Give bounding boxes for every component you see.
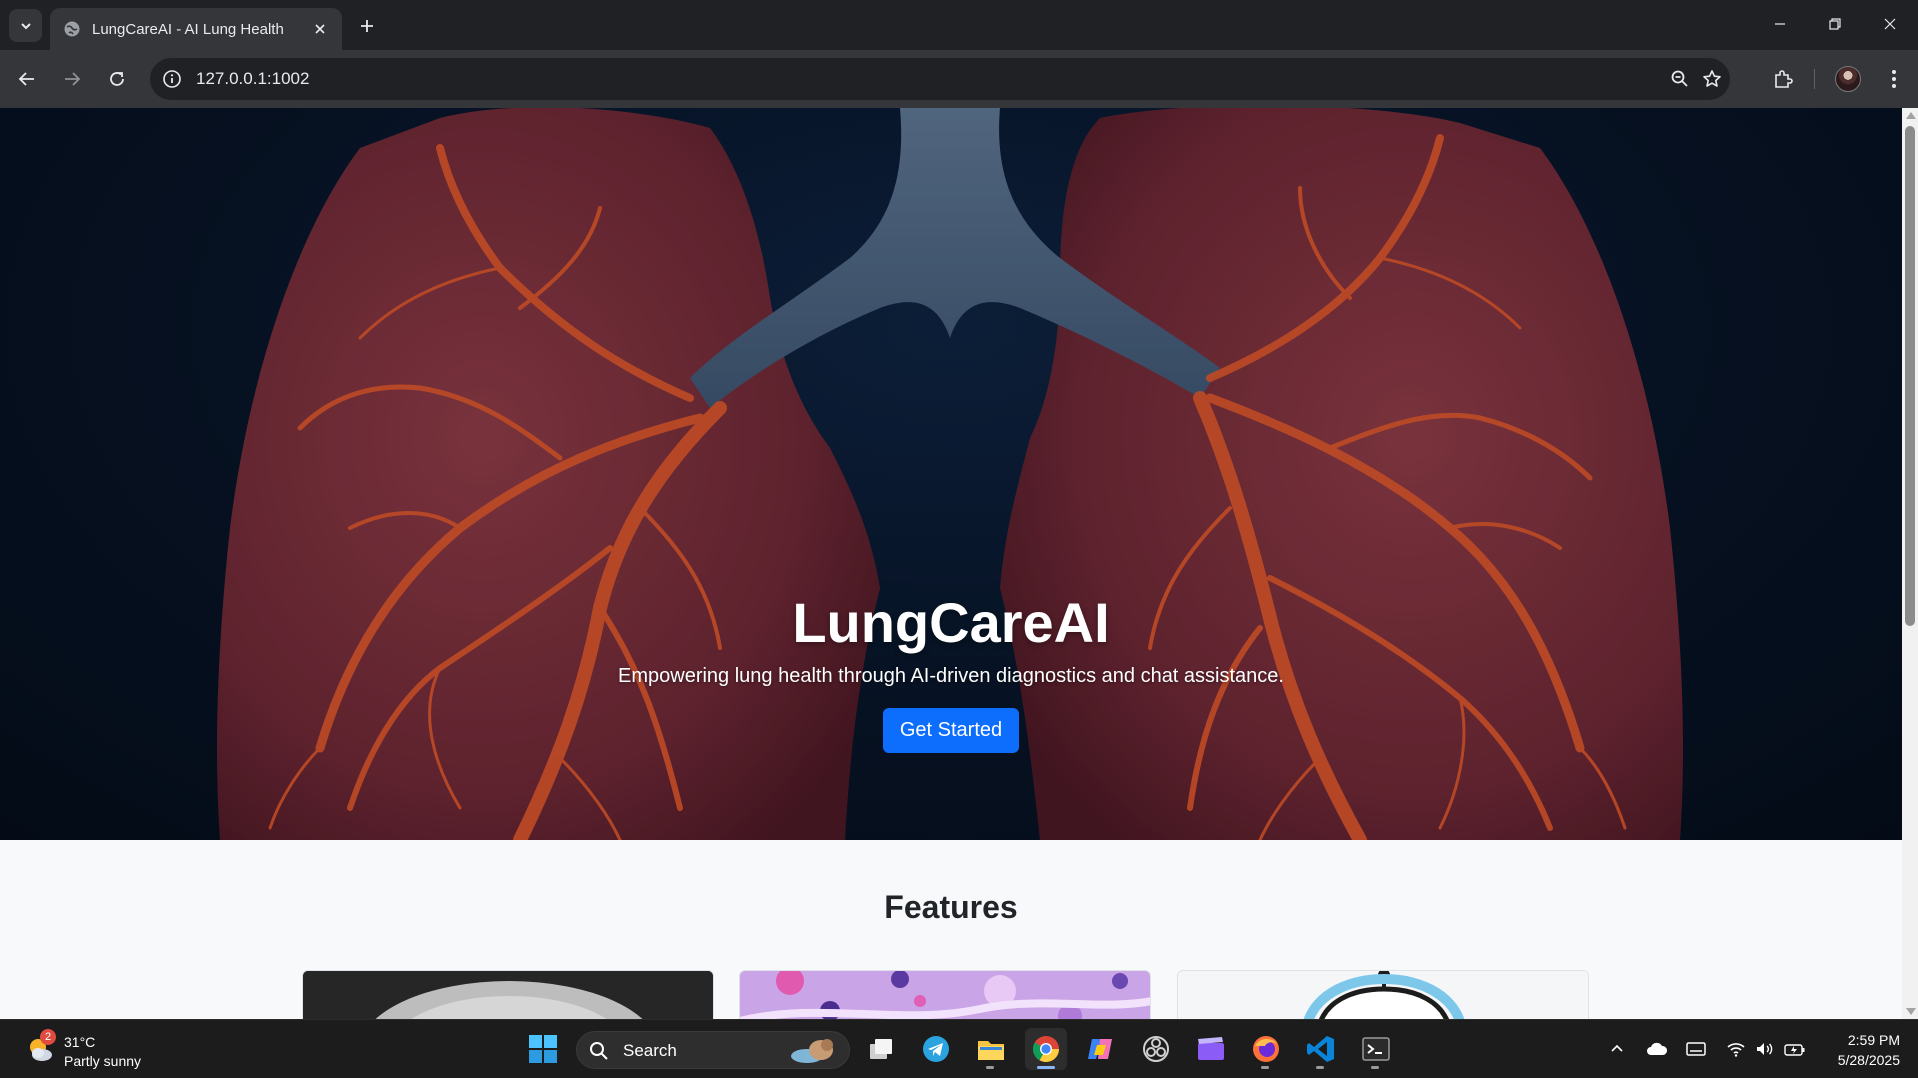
running-indicator [1261, 1066, 1269, 1069]
touch-keyboard-icon[interactable] [1685, 1038, 1707, 1060]
weather-alert-badge: 2 [40, 1029, 56, 1045]
active-indicator [1037, 1066, 1055, 1069]
terminal-icon [1362, 1037, 1390, 1061]
more-vertical-icon [1892, 70, 1896, 88]
zoom-icon[interactable] [1668, 67, 1692, 91]
firefox-app[interactable] [1245, 1028, 1287, 1070]
features-section: Features [0, 840, 1902, 1019]
histopathology-image [740, 971, 1150, 1019]
site-info-icon[interactable] [160, 67, 184, 91]
extensions-button[interactable] [1767, 63, 1799, 95]
browser-menu-button[interactable] [1878, 63, 1910, 95]
address-bar[interactable]: 127.0.0.1:1002 [150, 58, 1730, 100]
chrome-app[interactable] [1025, 1028, 1067, 1070]
bookmark-star-icon[interactable] [1700, 67, 1724, 91]
url-text[interactable]: 127.0.0.1:1002 [196, 69, 309, 89]
feature-card-histopathology[interactable] [739, 970, 1151, 1019]
restore-icon [1829, 18, 1841, 30]
hero-content: LungCareAI Empowering lung health throug… [0, 590, 1902, 753]
scroll-down-arrow[interactable] [1906, 1008, 1916, 1015]
onedrive-cloud-icon[interactable] [1646, 1038, 1668, 1060]
vscode-icon [1307, 1036, 1334, 1062]
copilot-icon [1088, 1039, 1112, 1059]
scrollbar-thumb[interactable] [1905, 126, 1915, 626]
feature-card-chatbot[interactable] [1177, 970, 1589, 1019]
browser-toolbar: 127.0.0.1:1002 [0, 50, 1918, 108]
file-explorer-app[interactable] [970, 1028, 1012, 1070]
folder-icon [978, 1041, 1004, 1060]
robot-icon [1178, 971, 1588, 1019]
hero-title: LungCareAI [792, 591, 1110, 654]
minimize-icon [1775, 23, 1785, 25]
hero-subtitle: Empowering lung health through AI-driven… [618, 665, 1284, 687]
feature-card-ct-scan[interactable] [302, 970, 714, 1019]
close-window-button[interactable] [1862, 0, 1918, 48]
battery-icon[interactable] [1784, 1038, 1806, 1060]
close-tab-icon[interactable] [310, 19, 330, 39]
globe-icon [62, 19, 82, 39]
clock-date: 5/28/2025 [1837, 1052, 1900, 1068]
avatar [1835, 66, 1861, 92]
restore-button[interactable] [1807, 0, 1863, 48]
search-highlight-art [791, 1039, 833, 1063]
browser-titlebar: LungCareAI - AI Lung Health [0, 0, 1918, 50]
reload-button[interactable] [101, 63, 133, 95]
page-scrollbar[interactable] [1902, 108, 1918, 1019]
taskbar-clock[interactable]: 2:59 PM 5/28/2025 [1820, 1030, 1900, 1070]
windows-taskbar: 2 31°C Partly sunny Search 2:59 PM 5/28/… [0, 1019, 1918, 1078]
vscode-app[interactable] [1300, 1028, 1342, 1070]
arrow-left-icon [18, 72, 34, 86]
telegram-app[interactable] [915, 1028, 957, 1070]
forward-button[interactable] [56, 63, 88, 95]
minimize-button[interactable] [1752, 0, 1808, 48]
clipchamp-app[interactable] [1190, 1028, 1232, 1070]
terminal-app[interactable] [1355, 1028, 1397, 1070]
copilot-app[interactable] [1080, 1028, 1122, 1070]
windows-logo-icon [529, 1035, 557, 1063]
running-indicator [986, 1066, 994, 1069]
puzzle-icon [1775, 70, 1793, 88]
wifi-icon[interactable] [1725, 1038, 1747, 1060]
browser-tab-active[interactable]: LungCareAI - AI Lung Health [50, 8, 342, 50]
weather-widget[interactable]: 2 31°C Partly sunny [20, 1029, 180, 1071]
volume-icon[interactable] [1754, 1038, 1776, 1060]
clock-time: 2:59 PM [1847, 1032, 1900, 1048]
obs-icon [1143, 1036, 1169, 1062]
telegram-icon [923, 1036, 949, 1062]
tab-title: LungCareAI - AI Lung Health [92, 20, 284, 38]
ct-scan-image [303, 971, 713, 1019]
taskbar-search-label: Search [623, 1041, 677, 1060]
clapperboard-icon [1198, 1037, 1224, 1060]
new-tab-button[interactable] [354, 13, 380, 39]
back-button[interactable] [11, 63, 43, 95]
features-heading: Features [884, 889, 1018, 925]
task-view-icon [870, 1039, 892, 1059]
firefox-icon [1253, 1036, 1279, 1062]
chrome-icon [1032, 1036, 1060, 1063]
chevron-down-icon [20, 22, 31, 29]
arrow-right-icon [65, 72, 81, 86]
start-button[interactable] [522, 1028, 564, 1070]
obs-app[interactable] [1135, 1028, 1177, 1070]
running-indicator [1371, 1066, 1379, 1069]
close-icon [1884, 18, 1896, 30]
scroll-up-arrow[interactable] [1906, 112, 1916, 119]
profile-button[interactable] [1832, 63, 1864, 95]
weather-temperature: 31°C [64, 1034, 96, 1050]
search-icon [590, 1042, 608, 1060]
taskbar-search-box[interactable]: Search [576, 1031, 850, 1069]
weather-description: Partly sunny [64, 1053, 142, 1069]
toolbar-divider [1814, 69, 1815, 89]
page-viewport: LungCareAI Empowering lung health throug… [0, 108, 1902, 1019]
reload-icon [110, 72, 124, 86]
chevron-up-icon[interactable] [1606, 1038, 1628, 1060]
task-view-button[interactable] [860, 1028, 902, 1070]
get-started-button[interactable]: Get Started [882, 708, 1020, 753]
hero-section: LungCareAI Empowering lung health throug… [0, 108, 1902, 840]
tab-search-button[interactable] [9, 9, 42, 42]
plus-icon [361, 20, 373, 32]
running-indicator [1316, 1066, 1324, 1069]
